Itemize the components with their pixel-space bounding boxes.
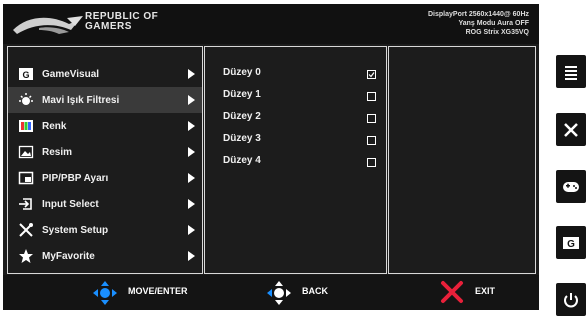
power-button[interactable] [556, 283, 586, 316]
header: REPUBLIC OF GAMERS DisplayPort 2560x1440… [3, 4, 539, 44]
option-level-0[interactable]: Düzey 0 [223, 67, 261, 78]
close-icon [564, 123, 578, 137]
menu-item-label: Input Select [42, 199, 99, 210]
display-info-line-2: Yanş Modu Aura OFF [458, 20, 529, 27]
menu-item-label: GameVisual [42, 69, 100, 80]
star-icon [19, 249, 33, 263]
menu-item-color[interactable]: Renk [8, 113, 202, 139]
checkbox[interactable] [367, 114, 376, 123]
menu-item-system-setup[interactable]: System Setup [8, 217, 202, 243]
gameplus-hotkey-button[interactable] [556, 170, 586, 203]
gamevisual-icon: G [19, 68, 33, 80]
main-menu: G GameVisual Mavi Işık Filtresi Renk Res… [7, 46, 203, 274]
joystick-move-icon [93, 281, 117, 305]
brand-name: REPUBLIC OF GAMERS [85, 12, 158, 32]
display-info-line-3: ROG Strix XG35VQ [465, 29, 529, 36]
power-icon [564, 293, 578, 308]
pip-icon [18, 171, 34, 185]
exit-x-icon [441, 281, 463, 303]
checkbox[interactable] [367, 136, 376, 145]
menu-item-input-select[interactable]: Input Select [8, 191, 202, 217]
option-panel: Düzey 0 Düzey 1 Düzey 2 Düzey 3 Düzey 4 [204, 46, 387, 274]
checkbox[interactable] [367, 158, 376, 167]
menu-item-image[interactable]: Resim [8, 139, 202, 165]
move-enter-label: MOVE/ENTER [128, 286, 188, 296]
menu-item-pip-pbp[interactable]: PIP/PBP Ayarı [8, 165, 202, 191]
chevron-right-icon [188, 95, 195, 105]
svg-text:G: G [567, 239, 575, 250]
menu-item-label: Mavi Işık Filtresi [42, 95, 120, 106]
joystick-back-icon [267, 281, 291, 305]
image-icon [18, 145, 34, 159]
gamevisual-hotkey-button[interactable]: G [556, 226, 586, 259]
checkbox[interactable] [367, 92, 376, 101]
sub-option-panel [388, 46, 536, 274]
svg-text:G: G [22, 70, 29, 80]
close-hotkey-button[interactable] [556, 113, 586, 146]
display-info-line-1: DisplayPort 2560x1440@ 60Hz [428, 11, 529, 18]
display-info: DisplayPort 2560x1440@ 60Hz Yanş Modu Au… [428, 10, 529, 37]
check-icon [368, 72, 375, 78]
tools-icon [19, 223, 33, 237]
chevron-right-icon [188, 225, 195, 235]
menu-lines-icon [565, 66, 577, 80]
chevron-right-icon [188, 199, 195, 209]
gamepad-icon [563, 182, 579, 192]
chevron-right-icon [188, 69, 195, 79]
menu-item-label: Renk [42, 121, 67, 132]
option-level-2[interactable]: Düzey 2 [223, 111, 261, 122]
osd-menu: REPUBLIC OF GAMERS DisplayPort 2560x1440… [3, 4, 539, 310]
menu-item-gamevisual[interactable]: G GameVisual [8, 61, 202, 87]
blue-light-icon [19, 93, 33, 105]
footer: MOVE/ENTER BACK EXIT [3, 275, 539, 310]
option-level-1[interactable]: Düzey 1 [223, 89, 261, 100]
menu-item-label: System Setup [42, 225, 109, 236]
chevron-right-icon [188, 147, 195, 157]
checkbox-checked[interactable] [367, 70, 376, 79]
exit-label: EXIT [475, 286, 496, 296]
menu-hotkey-button[interactable] [556, 55, 586, 88]
option-level-3[interactable]: Düzey 3 [223, 133, 261, 144]
chevron-right-icon [188, 251, 195, 261]
menu-item-label: PIP/PBP Ayarı [42, 173, 109, 184]
option-level-4[interactable]: Düzey 4 [223, 155, 261, 166]
brand-line-2: GAMERS [85, 21, 132, 32]
menu-item-label: Resim [42, 147, 73, 158]
chevron-right-icon [188, 121, 195, 131]
gamevisual-icon: G [563, 237, 579, 250]
input-icon [19, 198, 32, 210]
menu-item-myfavorite[interactable]: MyFavorite [8, 243, 202, 269]
back-label: BACK [302, 286, 328, 296]
menu-item-blue-light-filter[interactable]: Mavi Işık Filtresi [8, 87, 202, 113]
color-icon [19, 120, 33, 132]
chevron-right-icon [188, 173, 195, 183]
menu-item-label: MyFavorite [42, 251, 95, 262]
